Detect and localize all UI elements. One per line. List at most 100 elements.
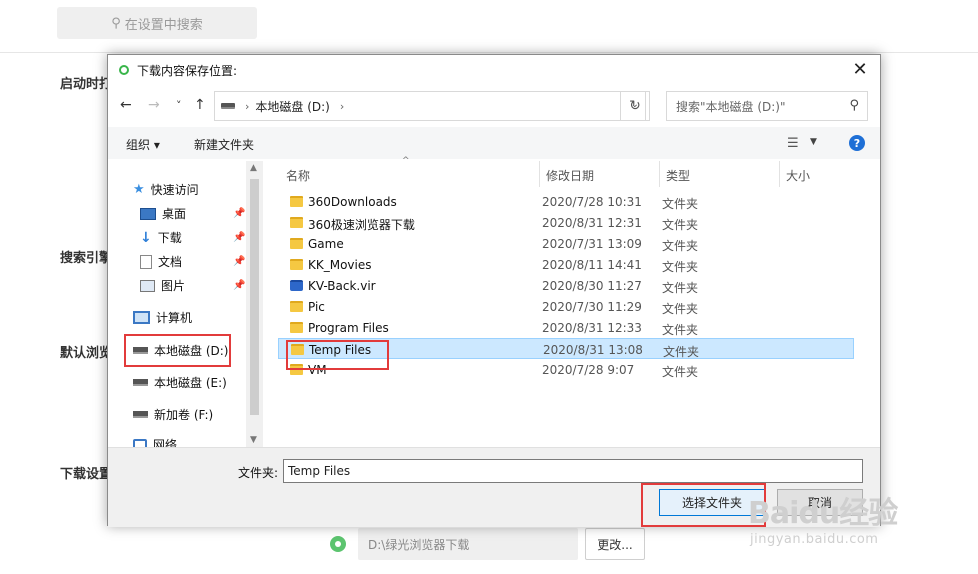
file-list: ^ 名称 修改日期 类型 大小 360Downloads 2020/7/28 1…: [278, 156, 862, 447]
navigation-bar: ← → ˅ ↑ › 本地磁盘 (D:) › ⌄ ↻ 搜索"本地磁盘 (D:)" …: [108, 89, 880, 123]
folder-label: 文件夹:: [238, 466, 279, 480]
desktop-icon: [140, 207, 156, 220]
sidebar-item-label: 新加卷 (F:): [154, 408, 214, 422]
address-bar[interactable]: › 本地磁盘 (D:) › ⌄: [214, 91, 646, 121]
sidebar-item-documents[interactable]: 文档: [140, 253, 182, 270]
chevron-right-icon: ›: [339, 99, 345, 113]
file-date: 2020/8/31 12:31: [542, 216, 642, 230]
highlight-drive-d: [124, 334, 231, 367]
folder-icon: [290, 322, 303, 333]
help-icon[interactable]: ?: [849, 135, 865, 151]
computer-icon: [133, 311, 150, 324]
download-arrow-icon: ↓: [140, 229, 152, 246]
special-folder-icon: [290, 280, 303, 291]
file-name: KV-Back.vir: [308, 279, 376, 293]
label-default-browser: 默认浏览: [60, 346, 113, 361]
baidu-watermark: Baidu经验 jingyan.baidu.com: [748, 488, 898, 547]
column-size[interactable]: 大小: [786, 167, 810, 184]
column-modified[interactable]: 修改日期: [546, 167, 594, 184]
dialog-titlebar: 下载内容保存位置: ✕: [108, 55, 880, 85]
table-row[interactable]: KV-Back.vir 2020/8/30 11:27 文件夹: [278, 275, 854, 296]
file-type: 文件夹: [662, 323, 699, 337]
up-arrow-icon[interactable]: ↑: [194, 97, 206, 113]
scroll-up-icon[interactable]: ▲: [250, 163, 257, 173]
search-icon: ⚲: [111, 15, 121, 31]
file-type: 文件夹: [662, 365, 699, 379]
file-type: 文件夹: [662, 281, 699, 295]
file-type: 文件夹: [662, 302, 699, 316]
network-icon: [133, 438, 147, 447]
chevron-down-icon[interactable]: ▼: [810, 137, 817, 147]
forward-arrow-icon[interactable]: →: [148, 97, 160, 113]
new-folder-button[interactable]: 新建文件夹: [194, 136, 254, 153]
folder-icon: [290, 259, 303, 270]
file-date: 2020/8/11 14:41: [542, 258, 642, 272]
file-type: 文件夹: [662, 197, 699, 211]
dialog-title: 下载内容保存位置:: [137, 63, 238, 78]
table-row[interactable]: 360Downloads 2020/7/28 10:31 文件夹: [278, 191, 854, 212]
column-type[interactable]: 类型: [666, 167, 690, 184]
table-row[interactable]: 360极速浏览器下载 2020/8/31 12:31 文件夹: [278, 212, 854, 233]
table-row[interactable]: KK_Movies 2020/8/11 14:41 文件夹: [278, 254, 854, 275]
column-name[interactable]: 名称: [286, 167, 310, 184]
sidebar-item-label: 下载: [157, 231, 182, 245]
back-arrow-icon[interactable]: ←: [120, 97, 132, 113]
folder-name-input[interactable]: Temp Files: [283, 459, 863, 483]
settings-search-input[interactable]: ⚲ 在设置中搜索: [57, 7, 257, 39]
file-name: Game: [308, 237, 344, 251]
sidebar-item-label: 本地磁盘 (E:): [154, 376, 227, 390]
table-row[interactable]: Game 2020/7/31 13:09 文件夹: [278, 233, 854, 254]
refresh-button[interactable]: ↻: [620, 91, 650, 121]
sidebar-item-label: 图片: [161, 279, 186, 293]
column-divider[interactable]: [539, 161, 540, 187]
pin-icon: 📌: [233, 232, 246, 243]
column-divider[interactable]: [779, 161, 780, 187]
sidebar-item-desktop[interactable]: 桌面: [140, 205, 186, 222]
file-date: 2020/7/28 10:31: [542, 195, 642, 209]
sidebar-item-drive-e[interactable]: 本地磁盘 (E:): [133, 374, 227, 391]
sidebar-item-label: 桌面: [162, 207, 187, 221]
watermark-logo: Baidu经验: [748, 496, 898, 531]
label-download-settings: 下载设置: [60, 467, 113, 482]
folder-search-placeholder: 搜索"本地磁盘 (D:)": [676, 99, 786, 114]
drive-icon: [133, 411, 148, 418]
navigation-scrollbar[interactable]: ▲ ▼: [246, 161, 263, 447]
save-location-dialog: 下载内容保存位置: ✕ ← → ˅ ↑ › 本地磁盘 (D:) › ⌄ ↻ 搜索…: [107, 54, 881, 527]
pin-icon: 📌: [233, 280, 246, 291]
scrollbar-thumb[interactable]: [250, 179, 259, 415]
pin-icon: 📌: [233, 208, 246, 219]
close-icon[interactable]: ✕: [850, 59, 870, 80]
file-type: 文件夹: [663, 345, 700, 359]
address-path[interactable]: 本地磁盘 (D:): [255, 98, 329, 115]
pin-icon: 📌: [233, 256, 246, 267]
scroll-down-icon[interactable]: ▼: [250, 435, 257, 445]
sort-ascending-icon: ^: [402, 156, 410, 166]
file-date: 2020/8/31 12:33: [542, 321, 642, 335]
table-row[interactable]: Pic 2020/7/30 11:29 文件夹: [278, 296, 854, 317]
document-icon: [140, 254, 152, 269]
recent-locations-icon[interactable]: ˅: [176, 99, 182, 112]
picture-icon: [140, 279, 155, 292]
view-options-icon[interactable]: ☰: [787, 136, 799, 151]
sidebar-item-drive-f[interactable]: 新加卷 (F:): [133, 406, 213, 423]
sidebar-item-label: 快速访问: [150, 183, 199, 197]
sidebar-item-pictures[interactable]: 图片: [140, 277, 185, 294]
folder-search-input[interactable]: 搜索"本地磁盘 (D:)" ⚲: [666, 91, 868, 121]
sidebar-item-network[interactable]: 网络: [133, 436, 177, 447]
download-path-radio[interactable]: [330, 536, 346, 552]
app-icon: [119, 65, 129, 75]
sidebar-item-computer[interactable]: 计算机: [133, 309, 192, 326]
folder-icon: [290, 217, 303, 228]
table-row[interactable]: Program Files 2020/8/31 12:33 文件夹: [278, 317, 854, 338]
drive-icon: [221, 103, 235, 109]
search-icon[interactable]: ⚲: [849, 98, 859, 113]
settings-search-placeholder: 在设置中搜索: [124, 17, 203, 33]
organize-menu[interactable]: 组织 ▾: [126, 136, 160, 153]
command-toolbar: 组织 ▾ 新建文件夹 ☰ ▼ ?: [108, 127, 880, 159]
sidebar-item-downloads[interactable]: ↓ 下载: [140, 229, 182, 246]
column-divider[interactable]: [659, 161, 660, 187]
column-headers: ^ 名称 修改日期 类型 大小: [278, 156, 862, 187]
file-name: 360Downloads: [308, 195, 397, 209]
change-path-button[interactable]: 更改...: [585, 528, 645, 560]
sidebar-item-quick-access[interactable]: ★ 快速访问: [133, 181, 199, 198]
